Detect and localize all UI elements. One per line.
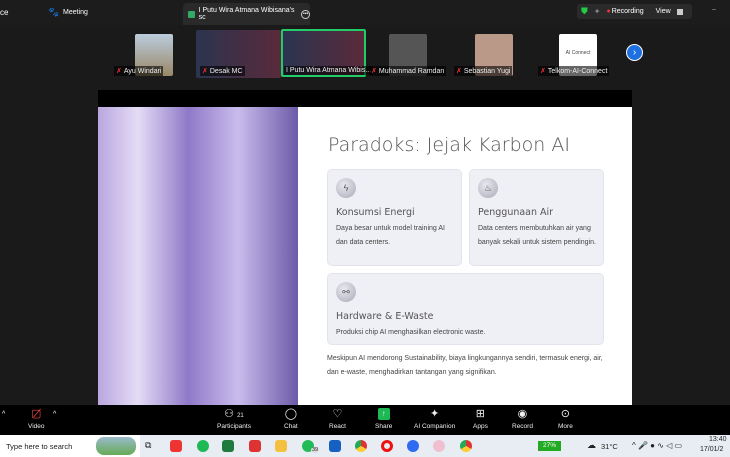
participants-button[interactable]: ⚇ 21 Participants <box>217 408 251 430</box>
more-icon: ⊙ <box>560 408 571 420</box>
card-heading: Konsumsi Energi <box>336 207 415 218</box>
slide-top-band <box>98 90 632 107</box>
task-view-icon[interactable]: ⧉ <box>145 440 151 451</box>
participant-name: ✗ Telkom-AI-Connect <box>538 66 610 76</box>
tray-icons[interactable]: ^ 🎤 ● ∿ ◁ ▭ <box>632 441 682 450</box>
app-icon-l[interactable] <box>170 440 182 452</box>
participant-name: ✗ Muhammad Ramdan <box>369 66 447 76</box>
spotify-icon[interactable] <box>197 440 209 452</box>
minimize-icon[interactable]: – <box>712 6 716 13</box>
card-description: Data centers membutuhkan air yang banyak… <box>478 225 596 246</box>
ai-sparkle-icon: ✦ <box>429 408 440 420</box>
participants-icon: ⚇ 21 <box>224 408 244 420</box>
grid-icon <box>676 8 683 15</box>
data-center-image <box>98 107 298 405</box>
pinwheel-app-icon[interactable] <box>433 440 445 452</box>
share-arrow-icon: ↑ <box>377 408 390 420</box>
card-description: Daya besar untuk model training AI dan d… <box>336 225 445 246</box>
opera-icon[interactable] <box>381 440 393 452</box>
participant-name: I Putu Wira Atmana Wibis... <box>284 66 374 75</box>
slide-title: Paradoks: Jejak Karbon AI <box>328 134 570 156</box>
outlook-icon[interactable] <box>329 440 341 452</box>
chat-button[interactable]: ◯ Chat <box>284 408 298 430</box>
sparkle-icon: ✦ <box>593 7 601 16</box>
meeting-icon: 🐾 <box>48 7 60 17</box>
shield-icon: ⛊ <box>581 6 588 16</box>
video-chevron-icon[interactable]: ^ <box>53 411 56 418</box>
recording-dot-icon: ● <box>606 8 611 15</box>
card-water: ♨ Penggunaan Air Data centers membutuhka… <box>469 169 604 266</box>
next-participants-button[interactable]: › <box>626 44 643 61</box>
chrome-icon[interactable] <box>355 440 367 452</box>
share-icon <box>188 10 195 18</box>
slide-note: Meskipun AI mendorong Sustainability, bi… <box>327 355 603 376</box>
search-highlight-image <box>96 437 136 455</box>
card-description: Produksi chip AI menghasilkan electronic… <box>336 329 486 336</box>
water-icon: ♨ <box>478 178 498 198</box>
heart-icon: ♡ <box>332 408 343 420</box>
card-energy: ϟ Konsumsi Energi Daya besar untuk model… <box>327 169 462 266</box>
share-button[interactable]: ↑ Share <box>375 408 392 430</box>
meeting-label[interactable]: Meeting <box>63 9 88 16</box>
view-button[interactable]: View <box>656 8 671 15</box>
video-button[interactable]: ▢̸ Video <box>28 408 45 430</box>
more-options-icon[interactable]: ••• <box>301 9 310 19</box>
react-button[interactable]: ♡ React <box>329 408 346 430</box>
zoom-top-bar: ce 🐾 Meeting I Putu Wira Atmana Wibisana… <box>0 0 730 25</box>
card-ewaste: ⚯ Hardware & E-Waste Produksi chip AI me… <box>327 273 604 345</box>
lightning-icon: ϟ <box>336 178 356 198</box>
excel-icon[interactable] <box>222 440 234 452</box>
participant-name: ✗ Ayu Windari <box>114 66 164 76</box>
more-button[interactable]: ⊙ More <box>558 408 573 430</box>
file-explorer-icon[interactable] <box>275 440 287 452</box>
chip-network-icon: ⚯ <box>336 282 356 302</box>
ai-companion-button[interactable]: ✦ AI Companion <box>414 408 455 430</box>
chat-icon: ◯ <box>284 408 298 420</box>
recording-label[interactable]: Recording <box>612 8 644 15</box>
apps-icon: ⊞ <box>475 408 486 420</box>
shared-slide: Paradoks: Jejak Karbon AI ϟ Konsumsi Ene… <box>98 90 632 405</box>
card-heading: Hardware & E-Waste <box>336 311 434 322</box>
video-off-icon: ▢̸ <box>31 408 42 420</box>
participant-name: ✗ Sebastian Yugi <box>454 66 513 76</box>
weather-icon: ☁ <box>587 440 596 450</box>
card-heading: Penggunaan Air <box>478 207 554 218</box>
tab-title: I Putu Wira Atmana Wibisana's sc <box>198 7 295 21</box>
screen-share-tab[interactable]: I Putu Wira Atmana Wibisana's sc ••• <box>183 3 310 25</box>
apps-button[interactable]: ⊞ Apps <box>473 408 488 430</box>
audio-chevron-icon[interactable]: ^ <box>2 411 5 418</box>
battery-indicator[interactable]: 27% <box>538 441 561 451</box>
record-button[interactable]: ◉ Record <box>512 408 533 430</box>
chrome-profile-icon[interactable] <box>460 440 472 452</box>
acrobat-icon[interactable] <box>249 440 261 452</box>
muted-mic-icon: ✗ <box>116 68 122 75</box>
meeting-toolbar: ^ ▢̸ Video ^ ⚇ 21 Participants ◯ Chat ♡ Reac… <box>0 405 730 435</box>
clock-date[interactable]: 17/01/2 <box>700 446 723 453</box>
windows-taskbar: Type here to search ⧉ 39 27% ☁ 31°C ^ 🎤 … <box>0 435 730 457</box>
app-name-partial: ce <box>0 8 9 17</box>
whatsapp-badge: 39 <box>311 447 320 453</box>
clock-time[interactable]: 13:40 <box>709 436 727 443</box>
participant-name: ✗ Desak MC <box>200 66 245 76</box>
weather-temp[interactable]: 31°C <box>601 442 618 451</box>
status-pill: ⛊ ✦ ● Recording View <box>577 4 692 19</box>
zoom-icon[interactable] <box>407 440 419 452</box>
record-icon: ◉ <box>517 408 528 420</box>
